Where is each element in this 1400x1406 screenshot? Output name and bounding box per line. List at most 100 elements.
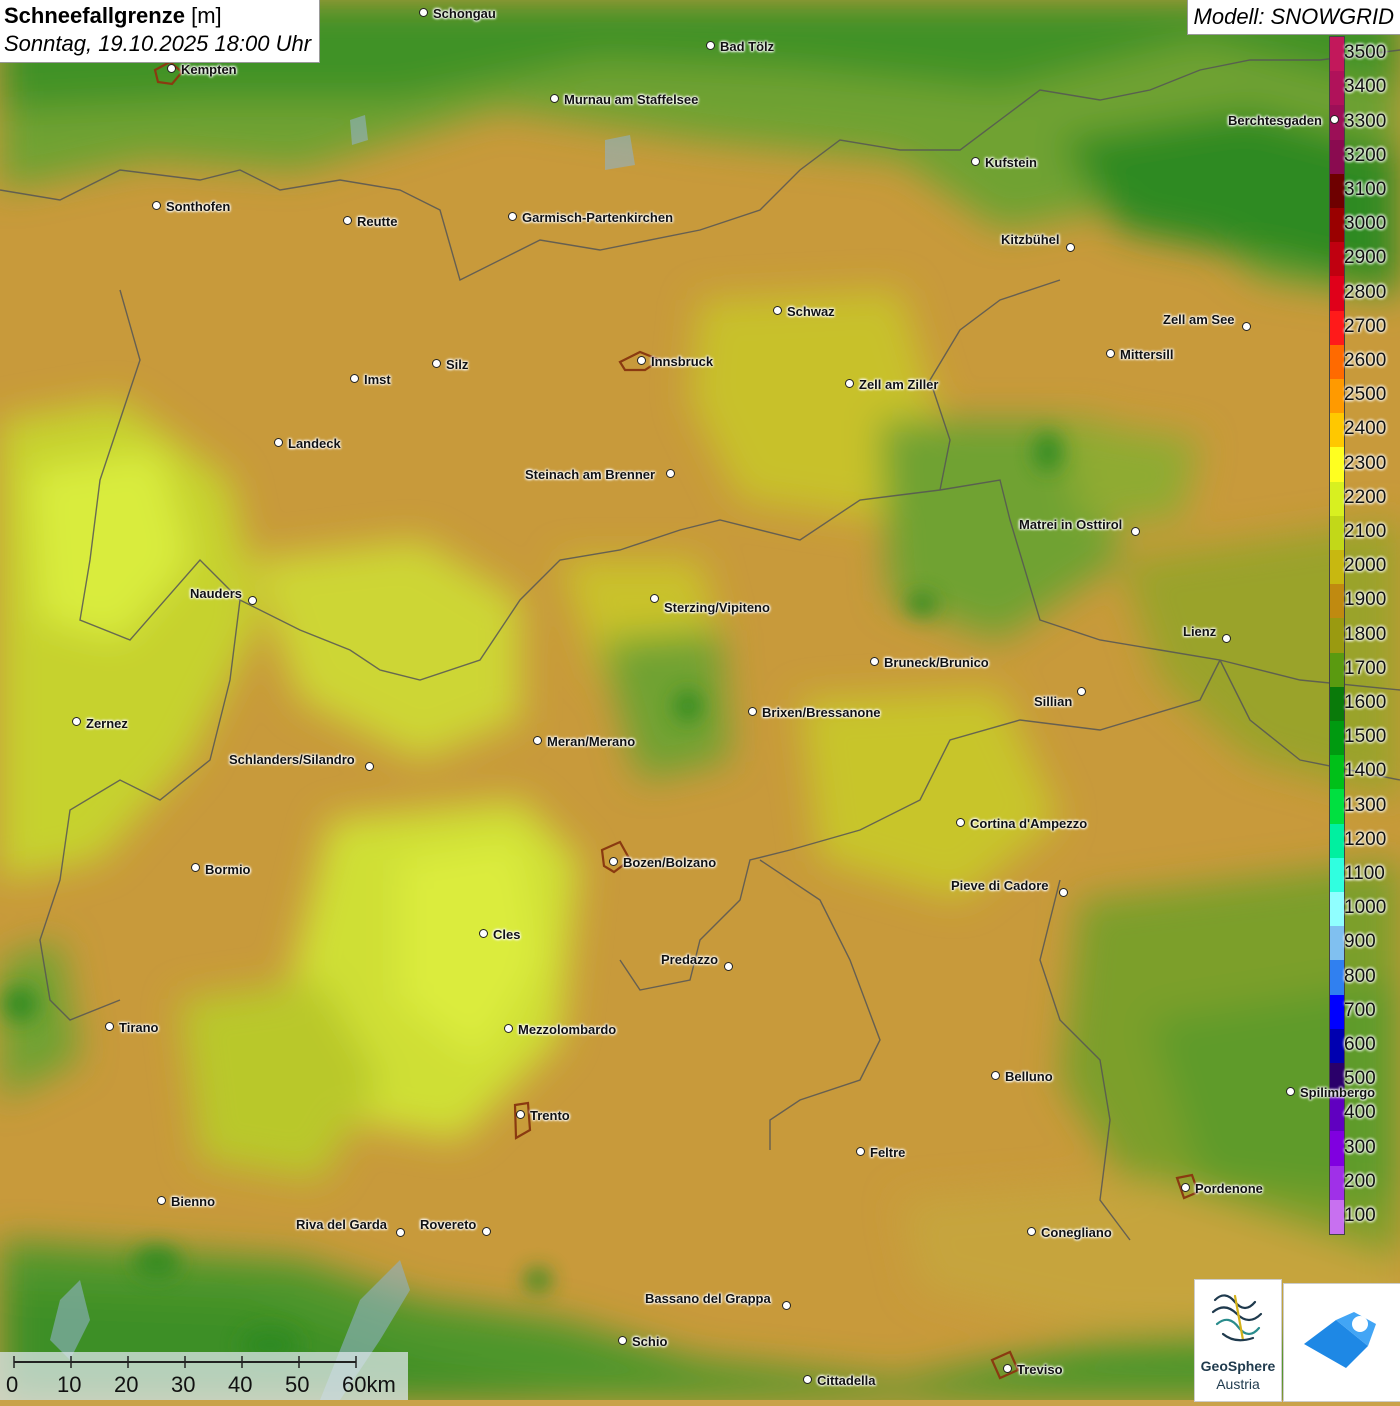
app-logo[interactable] [1283, 1283, 1400, 1402]
city-marker[interactable] [1330, 115, 1339, 124]
city-marker[interactable] [748, 707, 757, 716]
city-marker[interactable] [1181, 1183, 1190, 1192]
city-marker[interactable] [516, 1110, 525, 1119]
city-marker[interactable] [845, 379, 854, 388]
city-marker[interactable] [618, 1336, 627, 1345]
city-marker[interactable] [157, 1196, 166, 1205]
city-marker[interactable] [550, 94, 559, 103]
city-marker[interactable] [343, 216, 352, 225]
city-marker[interactable] [1222, 634, 1231, 643]
city-marker[interactable] [365, 762, 374, 771]
city-marker[interactable] [1242, 322, 1251, 331]
city-label[interactable]: Predazzo [661, 952, 718, 967]
city-label[interactable]: Bormio [205, 862, 251, 877]
city-label[interactable]: Matrei in Osttirol [1019, 517, 1122, 532]
city-marker[interactable] [1027, 1227, 1036, 1236]
city-label[interactable]: Schongau [433, 6, 496, 21]
city-marker[interactable] [870, 657, 879, 666]
city-label[interactable]: Bruneck/Brunico [884, 655, 989, 670]
city-label[interactable]: Cles [493, 927, 520, 942]
city-marker[interactable] [508, 212, 517, 221]
city-marker[interactable] [706, 41, 715, 50]
city-label[interactable]: Treviso [1017, 1362, 1063, 1377]
city-marker[interactable] [971, 157, 980, 166]
city-label[interactable]: Kufstein [985, 155, 1037, 170]
city-label[interactable]: Steinach am Brenner [525, 467, 655, 482]
city-label[interactable]: Murnau am Staffelsee [564, 92, 698, 107]
city-label[interactable]: Zell am See [1163, 312, 1235, 327]
city-marker[interactable] [533, 736, 542, 745]
city-marker[interactable] [167, 64, 176, 73]
city-marker[interactable] [1059, 888, 1068, 897]
city-label[interactable]: Cortina d'Ampezzo [970, 816, 1087, 831]
city-label[interactable]: Schwaz [787, 304, 835, 319]
city-label[interactable]: Pordenone [1195, 1181, 1263, 1196]
city-marker[interactable] [248, 596, 257, 605]
city-label[interactable]: Rovereto [420, 1217, 476, 1232]
city-marker[interactable] [650, 594, 659, 603]
city-label[interactable]: Kempten [181, 62, 237, 77]
city-label[interactable]: Riva del Garda [296, 1217, 387, 1232]
city-label[interactable]: Mezzolombardo [518, 1022, 616, 1037]
city-label[interactable]: Sterzing/Vipiteno [664, 600, 770, 615]
city-marker[interactable] [1066, 243, 1075, 252]
city-label[interactable]: Kitzbühel [1001, 232, 1060, 247]
city-label[interactable]: Schio [632, 1334, 667, 1349]
city-marker[interactable] [956, 818, 965, 827]
city-marker[interactable] [991, 1071, 1000, 1080]
city-marker[interactable] [105, 1022, 114, 1031]
city-marker[interactable] [419, 8, 428, 17]
city-marker[interactable] [479, 929, 488, 938]
city-label[interactable]: Sillian [1034, 694, 1072, 709]
city-marker[interactable] [1286, 1087, 1295, 1096]
city-marker[interactable] [191, 863, 200, 872]
city-label[interactable]: Schlanders/Silandro [229, 752, 355, 767]
city-label[interactable]: Bozen/Bolzano [623, 855, 716, 870]
city-label[interactable]: Silz [446, 357, 468, 372]
city-label[interactable]: Sonthofen [166, 199, 230, 214]
city-marker[interactable] [350, 374, 359, 383]
city-marker[interactable] [482, 1227, 491, 1236]
city-label[interactable]: Bad Tölz [720, 39, 774, 54]
city-label[interactable]: Nauders [190, 586, 242, 601]
city-label[interactable]: Belluno [1005, 1069, 1053, 1084]
city-label[interactable]: Imst [364, 372, 391, 387]
city-marker[interactable] [803, 1375, 812, 1384]
city-label[interactable]: Berchtesgaden [1228, 113, 1322, 128]
city-marker[interactable] [856, 1147, 865, 1156]
city-label[interactable]: Cittadella [817, 1373, 876, 1388]
city-marker[interactable] [72, 717, 81, 726]
city-marker[interactable] [609, 857, 618, 866]
city-marker[interactable] [1077, 687, 1086, 696]
city-marker[interactable] [152, 201, 161, 210]
city-label[interactable]: Reutte [357, 214, 397, 229]
city-marker[interactable] [782, 1301, 791, 1310]
city-label[interactable]: Innsbruck [651, 354, 713, 369]
city-marker[interactable] [396, 1228, 405, 1237]
city-label[interactable]: Meran/Merano [547, 734, 635, 749]
city-marker[interactable] [504, 1024, 513, 1033]
city-label[interactable]: Feltre [870, 1145, 905, 1160]
city-marker[interactable] [1003, 1364, 1012, 1373]
city-label[interactable]: Zell am Ziller [859, 377, 938, 392]
city-label[interactable]: Landeck [288, 436, 341, 451]
city-label[interactable]: Conegliano [1041, 1225, 1112, 1240]
city-label[interactable]: Bassano del Grappa [645, 1291, 771, 1306]
city-label[interactable]: Lienz [1183, 624, 1216, 639]
city-label[interactable]: Zernez [86, 716, 128, 731]
city-label[interactable]: Brixen/Bressanone [762, 705, 881, 720]
city-marker[interactable] [724, 962, 733, 971]
geosphere-logo[interactable]: GeoSphere Austria [1194, 1279, 1282, 1402]
city-label[interactable]: Bienno [171, 1194, 215, 1209]
city-label[interactable]: Tirano [119, 1020, 159, 1035]
city-marker[interactable] [274, 438, 283, 447]
city-marker[interactable] [637, 356, 646, 365]
city-label[interactable]: Garmisch-Partenkirchen [522, 210, 673, 225]
city-marker[interactable] [1131, 527, 1140, 536]
city-label[interactable]: Trento [530, 1108, 570, 1123]
city-marker[interactable] [432, 359, 441, 368]
city-label[interactable]: Pieve di Cadore [951, 878, 1049, 893]
city-label[interactable]: Mittersill [1120, 347, 1173, 362]
city-marker[interactable] [773, 306, 782, 315]
city-marker[interactable] [1106, 349, 1115, 358]
